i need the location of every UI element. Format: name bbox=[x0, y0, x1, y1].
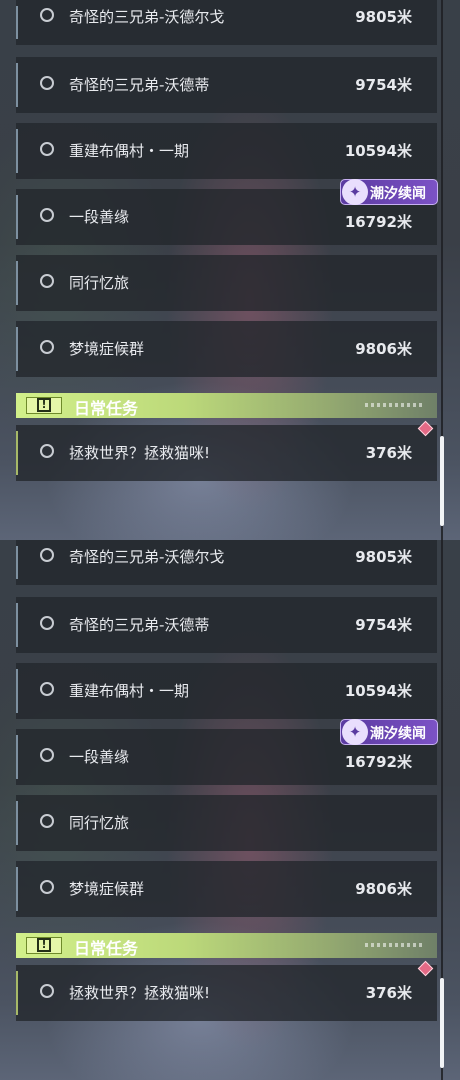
event-swirl-icon: ✦ bbox=[342, 179, 368, 205]
quest-distance: 376米 bbox=[365, 444, 412, 462]
quest-panel-bottom: 奇怪的三兄弟-沃德尔戈 9805米 奇怪的三兄弟-沃德蒂 9754米 重建布偶村… bbox=[0, 540, 460, 1080]
quest-title: 奇怪的三兄弟-沃德尔戈 bbox=[69, 548, 225, 566]
scrollbar-thumb[interactable] bbox=[440, 978, 444, 1068]
quest-distance: 16792米 bbox=[344, 213, 412, 231]
section-title: 日常任务 bbox=[74, 939, 139, 958]
quest-item[interactable]: 奇怪的三兄弟-沃德尔戈 9805米 bbox=[16, 540, 437, 585]
daily-section-header[interactable]: ! 日常任务 bbox=[16, 393, 437, 418]
quest-item[interactable]: 奇怪的三兄弟-沃德蒂 9754米 bbox=[16, 57, 437, 113]
quest-item[interactable]: 重建布偶村・一期 10594米 bbox=[16, 123, 437, 179]
scrollbar-thumb[interactable] bbox=[440, 436, 444, 526]
daily-quest-item[interactable]: 拯救世界？拯救猫咪! 376米 bbox=[16, 425, 437, 481]
quest-title: 同行忆旅 bbox=[69, 814, 130, 832]
quest-title: 重建布偶村・一期 bbox=[69, 682, 190, 700]
quest-radio[interactable] bbox=[40, 548, 54, 562]
quest-distance: 9806米 bbox=[355, 340, 412, 358]
alert-icon: ! bbox=[26, 397, 62, 414]
quest-title: 同行忆旅 bbox=[69, 274, 130, 292]
quest-distance: 16792米 bbox=[344, 753, 412, 771]
quest-item[interactable]: 重建布偶村・一期 10594米 bbox=[16, 663, 437, 719]
quest-distance: 10594米 bbox=[344, 142, 412, 160]
quest-radio[interactable] bbox=[40, 682, 54, 696]
section-title: 日常任务 bbox=[74, 399, 139, 418]
quest-title: 梦境症候群 bbox=[69, 340, 145, 358]
header-decoration bbox=[365, 403, 425, 407]
quest-radio[interactable] bbox=[40, 748, 54, 762]
quest-radio[interactable] bbox=[40, 142, 54, 156]
quest-radio[interactable] bbox=[40, 984, 54, 998]
quest-radio[interactable] bbox=[40, 616, 54, 630]
event-badge-label: 潮汐续闻 bbox=[370, 186, 426, 202]
quest-title: 拯救世界？拯救猫咪! bbox=[69, 984, 211, 1002]
daily-quest-item[interactable]: 拯救世界？拯救猫咪! 376米 bbox=[16, 965, 437, 1021]
event-badge[interactable]: ✦ 潮汐续闻 bbox=[340, 179, 438, 205]
quest-distance: 9754米 bbox=[355, 76, 412, 94]
quest-title: 一段善缘 bbox=[69, 748, 130, 766]
quest-panel-top: 奇怪的三兄弟-沃德尔戈 9805米 奇怪的三兄弟-沃德蒂 9754米 重建布偶村… bbox=[0, 0, 460, 540]
quest-title: 奇怪的三兄弟-沃德尔戈 bbox=[69, 8, 225, 26]
quest-title: 一段善缘 bbox=[69, 208, 130, 226]
event-badge-label: 潮汐续闻 bbox=[370, 726, 426, 742]
quest-item[interactable]: 梦境症候群 9806米 bbox=[16, 321, 437, 377]
quest-title: 奇怪的三兄弟-沃德蒂 bbox=[69, 616, 210, 634]
event-badge[interactable]: ✦ 潮汐续闻 bbox=[340, 719, 438, 745]
event-swirl-icon: ✦ bbox=[342, 719, 368, 745]
quest-distance: 9754米 bbox=[355, 616, 412, 634]
quest-distance: 10594米 bbox=[344, 682, 412, 700]
quest-item[interactable]: 奇怪的三兄弟-沃德尔戈 9805米 bbox=[16, 0, 437, 45]
quest-radio[interactable] bbox=[40, 208, 54, 222]
quest-radio[interactable] bbox=[40, 444, 54, 458]
quest-item[interactable]: 梦境症候群 9806米 bbox=[16, 861, 437, 917]
quest-title: 重建布偶村・一期 bbox=[69, 142, 190, 160]
daily-section-header[interactable]: ! 日常任务 bbox=[16, 933, 437, 958]
header-decoration bbox=[365, 943, 425, 947]
quest-title: 梦境症候群 bbox=[69, 880, 145, 898]
quest-item[interactable]: 同行忆旅 bbox=[16, 255, 437, 311]
quest-distance: 376米 bbox=[365, 984, 412, 1002]
quest-radio[interactable] bbox=[40, 880, 54, 894]
quest-radio[interactable] bbox=[40, 814, 54, 828]
quest-title: 奇怪的三兄弟-沃德蒂 bbox=[69, 76, 210, 94]
quest-radio[interactable] bbox=[40, 8, 54, 22]
quest-distance: 9805米 bbox=[355, 8, 412, 26]
quest-radio[interactable] bbox=[40, 340, 54, 354]
quest-radio[interactable] bbox=[40, 76, 54, 90]
alert-icon: ! bbox=[26, 937, 62, 954]
quest-list: 奇怪的三兄弟-沃德尔戈 9805米 奇怪的三兄弟-沃德蒂 9754米 重建布偶村… bbox=[0, 0, 460, 540]
quest-title: 拯救世界？拯救猫咪! bbox=[69, 444, 211, 462]
quest-distance: 9805米 bbox=[355, 548, 412, 566]
quest-radio[interactable] bbox=[40, 274, 54, 288]
quest-item[interactable]: 奇怪的三兄弟-沃德蒂 9754米 bbox=[16, 597, 437, 653]
quest-list: 奇怪的三兄弟-沃德尔戈 9805米 奇怪的三兄弟-沃德蒂 9754米 重建布偶村… bbox=[0, 540, 460, 1080]
quest-distance: 9806米 bbox=[355, 880, 412, 898]
quest-item[interactable]: 同行忆旅 bbox=[16, 795, 437, 851]
